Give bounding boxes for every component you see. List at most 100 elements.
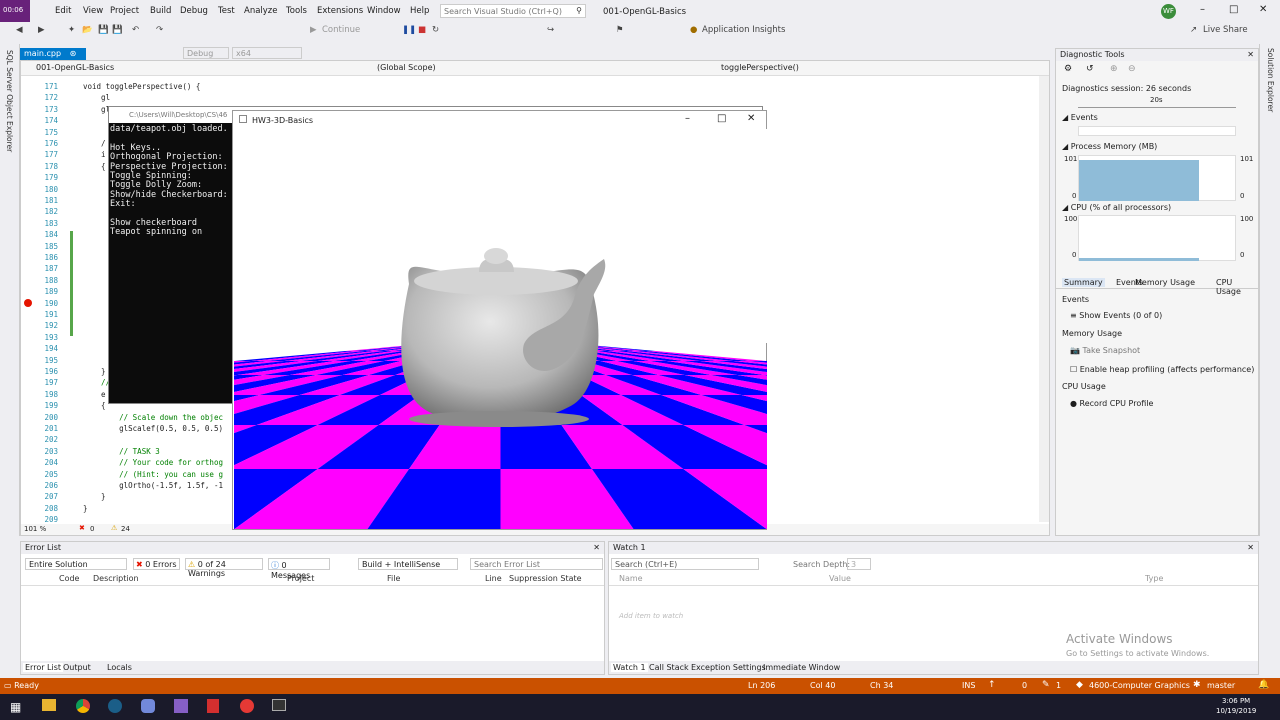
cpu-section-header[interactable]: ◢ CPU (% of all processors) <box>1062 203 1171 212</box>
watch-tab-call-stack[interactable]: Call Stack <box>649 663 689 672</box>
editor-tab-main[interactable]: main.cpp ⊛ ✕ <box>20 48 86 67</box>
diag-tab-summary[interactable]: Summary <box>1062 278 1105 287</box>
notification-icon[interactable]: 🔔 <box>1258 680 1269 690</box>
error-column-line[interactable]: Line <box>485 574 502 583</box>
zoom-level[interactable]: 101 % <box>24 525 46 533</box>
back-icon[interactable]: ◀ <box>16 25 23 37</box>
bookmark-icon[interactable]: ⚑ <box>616 25 624 37</box>
error-count[interactable]: 0 <box>90 525 94 533</box>
minimize-button[interactable]: – <box>1200 4 1205 15</box>
error-column-code[interactable]: Code <box>59 574 79 583</box>
diag-tab-cpu-usage[interactable]: CPU Usage <box>1216 278 1258 296</box>
chrome-icon[interactable] <box>76 699 90 713</box>
opengl-viewport[interactable] <box>234 129 767 529</box>
taskbar-date[interactable]: 10/19/2019 <box>1216 707 1256 715</box>
live-share-button[interactable]: Live Share <box>1203 25 1248 37</box>
search-depth-dropdown[interactable]: 3 <box>847 558 871 570</box>
messages-filter-button[interactable]: ⓘ 0 Messages <box>268 558 330 580</box>
forward-icon[interactable]: ▶ <box>38 25 45 37</box>
close-button[interactable]: ✕ <box>1259 4 1267 15</box>
diag-close-icon[interactable]: ✕ <box>1247 50 1254 59</box>
select-tools-icon[interactable]: ↺ <box>1086 64 1094 74</box>
config-dropdown[interactable]: Debug <box>183 47 229 59</box>
status-changes-count[interactable]: 1 <box>1056 681 1061 690</box>
nav-scope-dropdown[interactable]: (Global Scope) <box>377 63 707 74</box>
watch-tab-watch-1[interactable]: Watch 1 <box>611 663 648 672</box>
error-list-close-icon[interactable]: ✕ <box>593 543 600 552</box>
menu-help[interactable]: Help <box>410 6 429 16</box>
errors-filter-button[interactable]: ✖ 0 Errors <box>133 558 180 570</box>
build-filter-dropdown[interactable]: Build + IntelliSense <box>358 558 458 570</box>
app-insights-button[interactable]: Application Insights <box>702 25 785 37</box>
zoom-in-icon[interactable]: ⊕ <box>1110 64 1118 74</box>
pause-icon[interactable]: ❚❚ <box>402 25 416 37</box>
menu-tools[interactable]: Tools <box>286 6 307 16</box>
continue-button[interactable]: Continue <box>322 25 360 37</box>
watch-tab-immediate-window[interactable]: Immediate Window <box>763 663 840 672</box>
status-col[interactable]: Col 40 <box>810 681 835 690</box>
platform-dropdown[interactable]: x64 <box>232 47 302 59</box>
heap-profiling-checkbox[interactable]: ☐ Enable heap profiling (affects perform… <box>1070 365 1254 374</box>
events-section-header[interactable]: ◢ Events <box>1062 113 1098 122</box>
code-line[interactable]: 172 gl <box>21 92 1039 103</box>
status-push-count[interactable]: 0 <box>1022 681 1027 690</box>
take-snapshot-button[interactable]: 📷 Take Snapshot <box>1070 346 1140 355</box>
status-ins[interactable]: INS <box>962 681 975 690</box>
menu-analyze[interactable]: Analyze <box>244 6 278 16</box>
save-icon[interactable]: 💾 <box>98 25 109 37</box>
status-repo[interactable]: 4600-Computer Graphics <box>1089 681 1190 690</box>
status-branch[interactable]: master <box>1207 681 1235 690</box>
app-icon-red[interactable] <box>240 699 254 713</box>
gl-close-button[interactable]: ✕ <box>747 113 755 124</box>
record-cpu-button[interactable]: ● Record CPU Profile <box>1070 399 1153 408</box>
diag-tab-memory-usage[interactable]: Memory Usage <box>1135 278 1195 287</box>
warnings-filter-button[interactable]: ⚠ 0 of 24 Warnings <box>185 558 263 578</box>
editor-scrollbar[interactable] <box>1039 76 1049 522</box>
menu-edit[interactable]: Edit <box>55 6 71 16</box>
nav-function-dropdown[interactable]: togglePerspective() <box>709 63 1039 74</box>
menu-build[interactable]: Build <box>150 6 171 16</box>
open-file-icon[interactable]: 📂 <box>82 25 93 37</box>
stop-icon[interactable]: ■ <box>418 25 426 37</box>
menu-project[interactable]: Project <box>110 6 139 16</box>
watch-close-icon[interactable]: ✕ <box>1247 543 1254 552</box>
menu-extensions[interactable]: Extensions <box>317 6 363 16</box>
status-ch[interactable]: Ch 34 <box>870 681 893 690</box>
solution-explorer-tab[interactable]: Solution Explorer <box>1266 48 1275 112</box>
maximize-button[interactable]: □ <box>1229 4 1238 15</box>
memory-section-header[interactable]: ◢ Process Memory (MB) <box>1062 142 1157 151</box>
avatar[interactable]: WF <box>1161 4 1176 19</box>
breakpoint-icon[interactable] <box>24 299 32 307</box>
error-tab-error-list[interactable]: Error List <box>23 663 64 672</box>
windows-start-icon[interactable]: ▦ <box>10 700 21 714</box>
gl-minimize-button[interactable]: – <box>685 113 690 124</box>
watch-column-type[interactable]: Type <box>1145 574 1163 583</box>
search-input[interactable]: Search Visual Studio (Ctrl+Q) ⚲ <box>440 4 586 18</box>
menu-test[interactable]: Test <box>218 6 235 16</box>
status-line[interactable]: Ln 206 <box>748 681 775 690</box>
code-line[interactable]: 171 void togglePerspective() { <box>21 81 1039 92</box>
gl-maximize-button[interactable]: □ <box>717 113 726 124</box>
scope-dropdown[interactable]: Entire Solution <box>25 558 127 570</box>
menu-window[interactable]: Window <box>367 6 401 16</box>
error-column-description[interactable]: Description <box>93 574 139 583</box>
watch-search-input[interactable]: Search (Ctrl+E) <box>611 558 759 570</box>
discord-icon[interactable] <box>141 699 155 713</box>
error-column-suppression-state[interactable]: Suppression State <box>509 574 582 583</box>
opengl-window[interactable]: HW3-3D-Basics – □ ✕ <box>232 110 767 530</box>
menu-view[interactable]: View <box>83 6 103 16</box>
vs-app-badge[interactable]: 00:06 <box>0 0 30 22</box>
file-explorer-icon[interactable] <box>42 699 56 711</box>
zoom-out-icon[interactable]: ⊖ <box>1128 64 1136 74</box>
watch-column-value[interactable]: Value <box>829 574 851 583</box>
error-column-project[interactable]: Project <box>287 574 314 583</box>
error-tab-locals[interactable]: Locals <box>107 663 132 672</box>
error-column-file[interactable]: File <box>387 574 400 583</box>
step-over-icon[interactable]: ↪ <box>547 25 554 37</box>
taskbar-time[interactable]: 3:06 PM <box>1222 697 1250 705</box>
timeline-ruler[interactable]: 20s <box>1078 96 1236 108</box>
add-item-placeholder[interactable]: Add item to watch <box>619 612 683 620</box>
error-tab-output[interactable]: Output <box>63 663 91 672</box>
new-item-icon[interactable]: ✦ <box>68 25 75 37</box>
watch-column-name[interactable]: Name <box>619 574 643 583</box>
